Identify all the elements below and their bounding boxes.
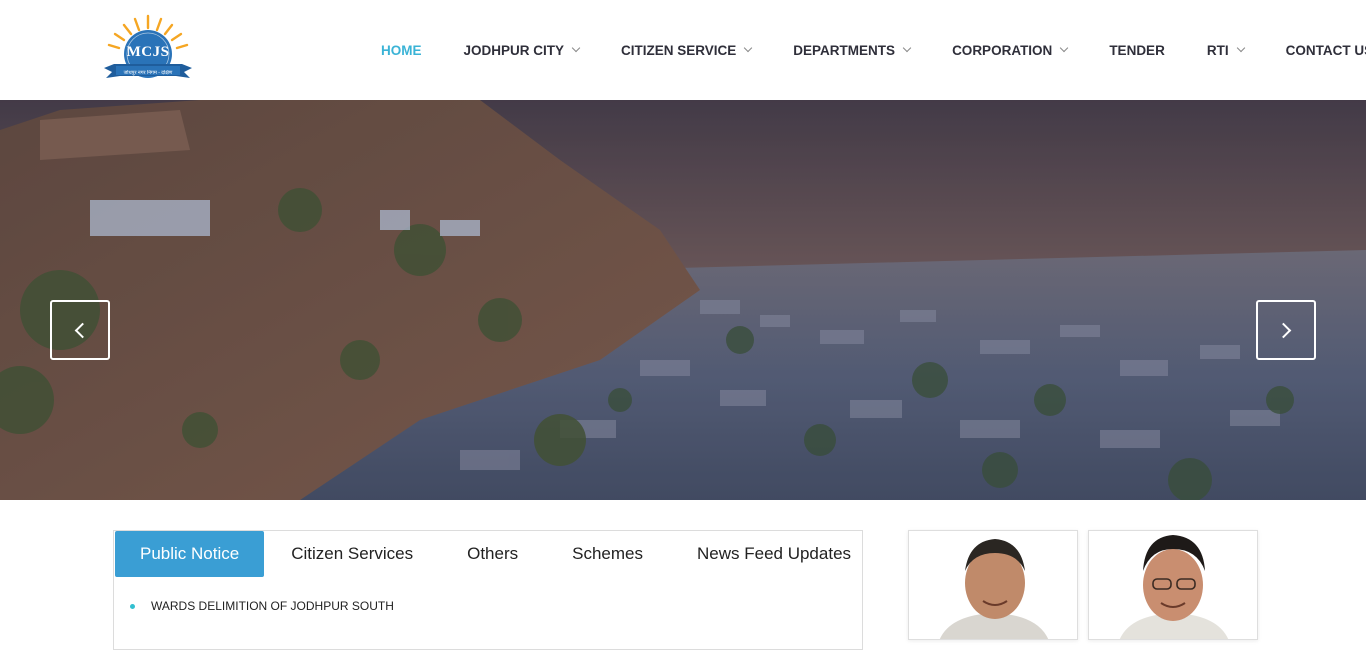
chevron-left-icon <box>74 322 91 338</box>
nav-label: CONTACT US <box>1285 42 1366 58</box>
site-logo[interactable]: MCJS जोधपुर नगर निगम - दक्षिण <box>100 14 196 86</box>
nav-label: TENDER <box>1109 42 1165 58</box>
site-header: MCJS जोधपुर नगर निगम - दक्षिण HOME JODHP… <box>0 0 1366 100</box>
official-photo <box>909 531 1077 639</box>
slider-next-button[interactable] <box>1256 300 1316 360</box>
list-item[interactable]: WARDS DELIMITION OF JODHPUR SOUTH <box>130 599 394 613</box>
nav-label: HOME <box>381 42 422 58</box>
nav-item-rti[interactable]: RTI <box>1186 43 1265 58</box>
notice-panel: Public Notice Citizen Services Others Sc… <box>113 530 863 650</box>
notice-text: WARDS DELIMITION OF JODHPUR SOUTH <box>151 599 394 613</box>
official-card[interactable] <box>908 530 1078 640</box>
nav-item-departments[interactable]: DEPARTMENTS <box>772 43 931 58</box>
tab-public-notice[interactable]: Public Notice <box>115 531 265 577</box>
nav-item-corporation[interactable]: CORPORATION <box>931 43 1088 58</box>
notice-list: WARDS DELIMITION OF JODHPUR SOUTH <box>130 599 394 613</box>
nav-item-home[interactable]: HOME <box>360 43 443 58</box>
tab-others[interactable]: Others <box>440 531 545 577</box>
nav-label: DEPARTMENTS <box>793 42 896 58</box>
logo-text: MCJS <box>126 44 170 60</box>
nav-label: RTI <box>1206 42 1229 58</box>
logo-subtitle: जोधपुर नगर निगम - दक्षिण <box>123 70 173 76</box>
bullet-icon <box>130 603 135 609</box>
chevron-down-icon <box>1060 43 1069 53</box>
nav-label: CORPORATION <box>952 42 1053 58</box>
chevron-right-icon <box>1275 322 1292 338</box>
official-photo <box>1089 531 1257 639</box>
hero-image <box>0 100 1366 500</box>
official-card[interactable] <box>1088 530 1258 640</box>
chevron-down-icon <box>744 43 753 53</box>
nav-item-citizen-service[interactable]: CITIZEN SERVICE <box>600 43 772 58</box>
nav-item-tender[interactable]: TENDER <box>1088 43 1186 58</box>
tab-schemes[interactable]: Schemes <box>545 531 670 577</box>
chevron-down-icon <box>1236 43 1245 53</box>
nav-label: CITIZEN SERVICE <box>621 42 737 58</box>
tab-news-feed-updates[interactable]: News Feed Updates <box>670 531 878 577</box>
tab-citizen-services[interactable]: Citizen Services <box>264 531 440 577</box>
nav-item-contact-us[interactable]: CONTACT US <box>1265 43 1366 58</box>
notice-tabs: Public Notice Citizen Services Others Sc… <box>115 531 878 577</box>
main-nav: HOME JODHPUR CITY CITIZEN SERVICE DEPART… <box>360 0 1366 100</box>
nav-label: JODHPUR CITY <box>463 42 565 58</box>
chevron-down-icon <box>902 43 912 53</box>
nav-item-jodhpur-city[interactable]: JODHPUR CITY <box>443 43 601 58</box>
chevron-down-icon <box>571 43 581 53</box>
slider-prev-button[interactable] <box>50 300 110 360</box>
hero-slider <box>0 100 1366 500</box>
